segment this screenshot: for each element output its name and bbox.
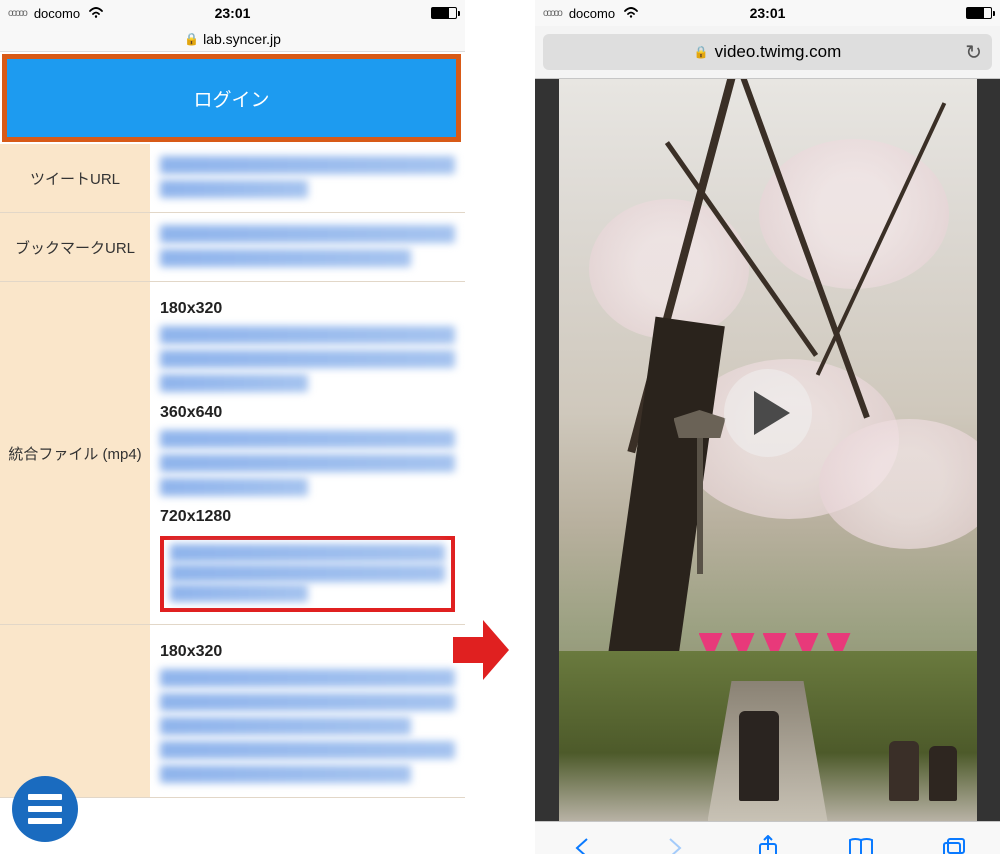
back-button[interactable] bbox=[568, 834, 596, 854]
safari-toolbar bbox=[535, 821, 1000, 854]
status-bar-left: ooooo docomo 23:01 bbox=[0, 0, 465, 26]
status-bar-right: ooooo docomo 23:01 bbox=[535, 0, 1000, 26]
url-text-left: lab.syncer.jp bbox=[203, 31, 281, 47]
menu-fab[interactable] bbox=[12, 776, 78, 842]
second-section-label bbox=[0, 625, 150, 797]
result-table: ツイートURL ブックマークURL 統合ファイル (mp4) 180x320 3… bbox=[0, 144, 465, 798]
signal-dots: ooooo bbox=[8, 8, 26, 19]
res-180x320: 180x320 bbox=[160, 300, 455, 318]
wifi-icon bbox=[623, 5, 639, 21]
play-icon bbox=[754, 391, 790, 435]
share-button[interactable] bbox=[754, 834, 782, 854]
transition-arrow-icon bbox=[453, 620, 509, 680]
res-360x640: 360x640 bbox=[160, 404, 455, 422]
integrated-file-value: 180x320 360x640 720x1280 bbox=[150, 282, 465, 624]
res-720x1280: 720x1280 bbox=[160, 508, 455, 526]
carrier-label: docomo bbox=[34, 6, 80, 21]
carrier-label: docomo bbox=[569, 6, 615, 21]
tweet-url-value[interactable] bbox=[150, 144, 465, 212]
wifi-icon bbox=[88, 5, 104, 21]
status-time: 23:01 bbox=[750, 5, 786, 21]
signal-dots: ooooo bbox=[543, 8, 561, 19]
url-text-right: video.twimg.com bbox=[715, 42, 842, 62]
lock-icon: 🔒 bbox=[694, 45, 709, 59]
play-button[interactable] bbox=[724, 369, 812, 457]
tabs-button[interactable] bbox=[940, 834, 968, 854]
right-phone: ooooo docomo 23:01 🔒 video.twimg.com ↻ bbox=[535, 0, 1000, 854]
safari-address-bar: 🔒 video.twimg.com ↻ bbox=[535, 26, 1000, 79]
reload-icon[interactable]: ↻ bbox=[965, 40, 982, 65]
forward-button bbox=[661, 834, 689, 854]
url-field[interactable]: 🔒 video.twimg.com ↻ bbox=[543, 34, 992, 70]
video-thumbnail[interactable] bbox=[559, 79, 977, 821]
res-180x320-b: 180x320 bbox=[160, 643, 455, 661]
hamburger-icon bbox=[28, 794, 62, 800]
lock-icon: 🔒 bbox=[184, 32, 199, 46]
bookmarks-button[interactable] bbox=[847, 834, 875, 854]
video-viewport bbox=[535, 79, 1000, 821]
second-section-value: 180x320 bbox=[150, 625, 465, 797]
bookmark-url-label: ブックマークURL bbox=[0, 213, 150, 281]
street-lamp bbox=[697, 434, 703, 574]
battery-icon bbox=[431, 7, 457, 19]
url-bar-left[interactable]: 🔒 lab.syncer.jp bbox=[0, 26, 465, 52]
left-phone: ooooo docomo 23:01 🔒 lab.syncer.jp ログイン … bbox=[0, 0, 465, 854]
bookmark-url-value[interactable] bbox=[150, 213, 465, 281]
battery-icon bbox=[966, 7, 992, 19]
login-button[interactable]: ログイン bbox=[7, 59, 456, 137]
highlighted-720-link[interactable] bbox=[160, 536, 455, 612]
login-highlight-frame: ログイン bbox=[2, 54, 461, 142]
tweet-url-label: ツイートURL bbox=[0, 144, 150, 212]
status-time: 23:01 bbox=[215, 5, 251, 21]
integrated-file-label: 統合ファイル (mp4) bbox=[0, 282, 150, 624]
